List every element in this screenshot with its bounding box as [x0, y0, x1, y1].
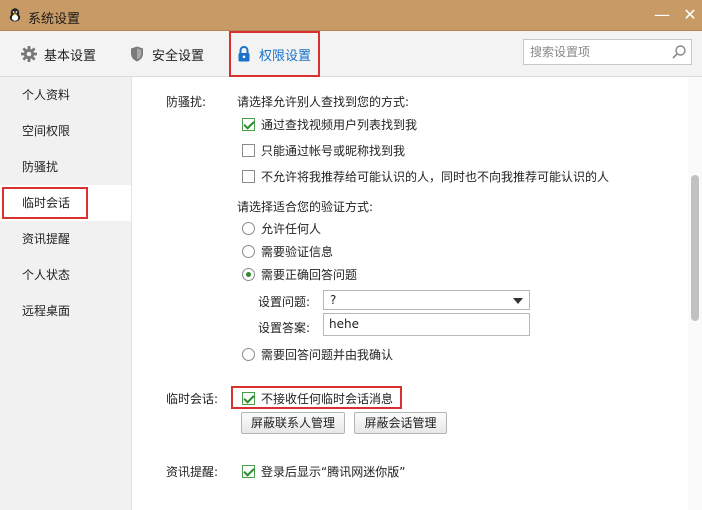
- option-label: 允许任何人: [261, 222, 322, 236]
- option-label: 只能通过帐号或昵称找到我: [261, 144, 406, 158]
- option-label: 需要正确回答问题: [261, 268, 358, 282]
- option-label: 不接收任何临时会话消息: [261, 392, 394, 406]
- tab-security-settings[interactable]: 安全设置: [128, 31, 204, 77]
- reject-temp-session-option[interactable]: 不接收任何临时会话消息: [242, 390, 393, 407]
- shield-icon: [131, 46, 143, 62]
- option-label: 需要回答问题并由我确认: [261, 348, 394, 362]
- sidebar-item-label: 防骚扰: [22, 160, 59, 174]
- close-button[interactable]: ✕: [679, 4, 701, 26]
- sidebar-item-label: 临时会话: [22, 196, 71, 210]
- verify-option-answer-confirm[interactable]: 需要回答问题并由我确认: [242, 346, 393, 363]
- answer-label: 设置答案:: [258, 321, 311, 335]
- sidebar-item-profile[interactable]: 个人资料: [0, 77, 131, 113]
- tab-label: 安全设置: [152, 48, 205, 64]
- sidebar-item-temp-session[interactable]: 临时会话: [0, 185, 131, 221]
- tab-label: 基本设置: [44, 48, 97, 64]
- question-select[interactable]: ?: [323, 290, 530, 310]
- title-bar: 系统设置 — ✕: [0, 0, 702, 31]
- option-label: 登录后显示“腾讯网迷你版”: [261, 465, 406, 479]
- sidebar-item-label: 资讯提醒: [22, 232, 71, 246]
- temp-session-label: 临时会话:: [166, 392, 219, 406]
- tab-label: 权限设置: [259, 48, 312, 64]
- checkbox[interactable]: [242, 144, 255, 157]
- sidebar-item-label: 个人状态: [22, 268, 71, 282]
- find-option-video-list[interactable]: 通过查找视频用户列表找到我: [242, 116, 417, 133]
- answer-input[interactable]: hehe: [323, 313, 530, 336]
- verify-option-correct-answer[interactable]: 需要正确回答问题: [242, 266, 357, 283]
- settings-sidebar: 个人资料 空间权限 防骚扰 临时会话 资讯提醒 个人状态 远程桌面: [0, 77, 132, 510]
- question-label: 设置问题:: [258, 295, 311, 309]
- sidebar-item-space-permission[interactable]: 空间权限: [0, 113, 131, 149]
- verify-option-anyone[interactable]: 允许任何人: [242, 220, 321, 237]
- news-alert-label: 资讯提醒:: [166, 465, 219, 479]
- anti-harass-label: 防骚扰:: [166, 95, 207, 109]
- find-method-prompt: 请选择允许别人查找到您的方式:: [237, 95, 410, 109]
- option-label: 需要验证信息: [261, 245, 334, 259]
- checkbox[interactable]: [242, 118, 255, 131]
- settings-search: [523, 39, 692, 65]
- question-value: ?: [330, 293, 337, 307]
- block-sessions-button[interactable]: 屏蔽会话管理: [354, 412, 447, 434]
- lock-icon: [238, 45, 250, 62]
- radio[interactable]: [242, 348, 255, 361]
- verify-option-need-message[interactable]: 需要验证信息: [242, 243, 333, 260]
- settings-content: 防骚扰: 请选择允许别人查找到您的方式: 通过查找视频用户列表找到我 只能通过帐…: [132, 77, 688, 510]
- radio[interactable]: [242, 222, 255, 235]
- option-label: 通过查找视频用户列表找到我: [261, 118, 418, 132]
- search-input[interactable]: [524, 40, 664, 64]
- tab-basic-settings[interactable]: 基本设置: [20, 31, 96, 77]
- window-title: 系统设置: [28, 12, 81, 27]
- sidebar-item-personal-status[interactable]: 个人状态: [0, 257, 131, 293]
- tab-permission-settings[interactable]: 权限设置: [229, 31, 320, 77]
- show-mini-news-option[interactable]: 登录后显示“腾讯网迷你版”: [242, 463, 405, 480]
- find-option-no-recommend[interactable]: 不允许将我推荐给可能认识的人，同时也不向我推荐可能认识的人: [242, 168, 609, 185]
- search-icon[interactable]: [671, 44, 687, 60]
- find-option-account-only[interactable]: 只能通过帐号或昵称找到我: [242, 142, 405, 159]
- gear-icon: [21, 46, 37, 62]
- sidebar-item-label: 个人资料: [22, 88, 71, 102]
- sidebar-item-news-alert[interactable]: 资讯提醒: [0, 221, 131, 257]
- penguin-logo-icon: [9, 8, 21, 22]
- sidebar-item-anti-harass[interactable]: 防骚扰: [0, 149, 131, 185]
- chevron-down-icon: [513, 298, 523, 304]
- checkbox[interactable]: [242, 465, 255, 478]
- radio[interactable]: [242, 268, 255, 281]
- radio[interactable]: [242, 245, 255, 258]
- checkbox[interactable]: [242, 170, 255, 183]
- sidebar-item-remote-desktop[interactable]: 远程桌面: [0, 293, 131, 329]
- content-scrollbar[interactable]: [688, 77, 702, 510]
- verify-method-prompt: 请选择适合您的验证方式:: [237, 200, 374, 214]
- sidebar-item-label: 空间权限: [22, 124, 71, 138]
- option-label: 不允许将我推荐给可能认识的人，同时也不向我推荐可能认识的人: [261, 170, 610, 184]
- settings-toolbar: 基本设置 安全设置 权限设置: [0, 31, 702, 77]
- block-contacts-button[interactable]: 屏蔽联系人管理: [241, 412, 345, 434]
- sidebar-item-label: 远程桌面: [22, 304, 71, 318]
- minimize-button[interactable]: —: [651, 4, 673, 26]
- scrollbar-thumb[interactable]: [691, 175, 699, 321]
- checkbox[interactable]: [242, 392, 255, 405]
